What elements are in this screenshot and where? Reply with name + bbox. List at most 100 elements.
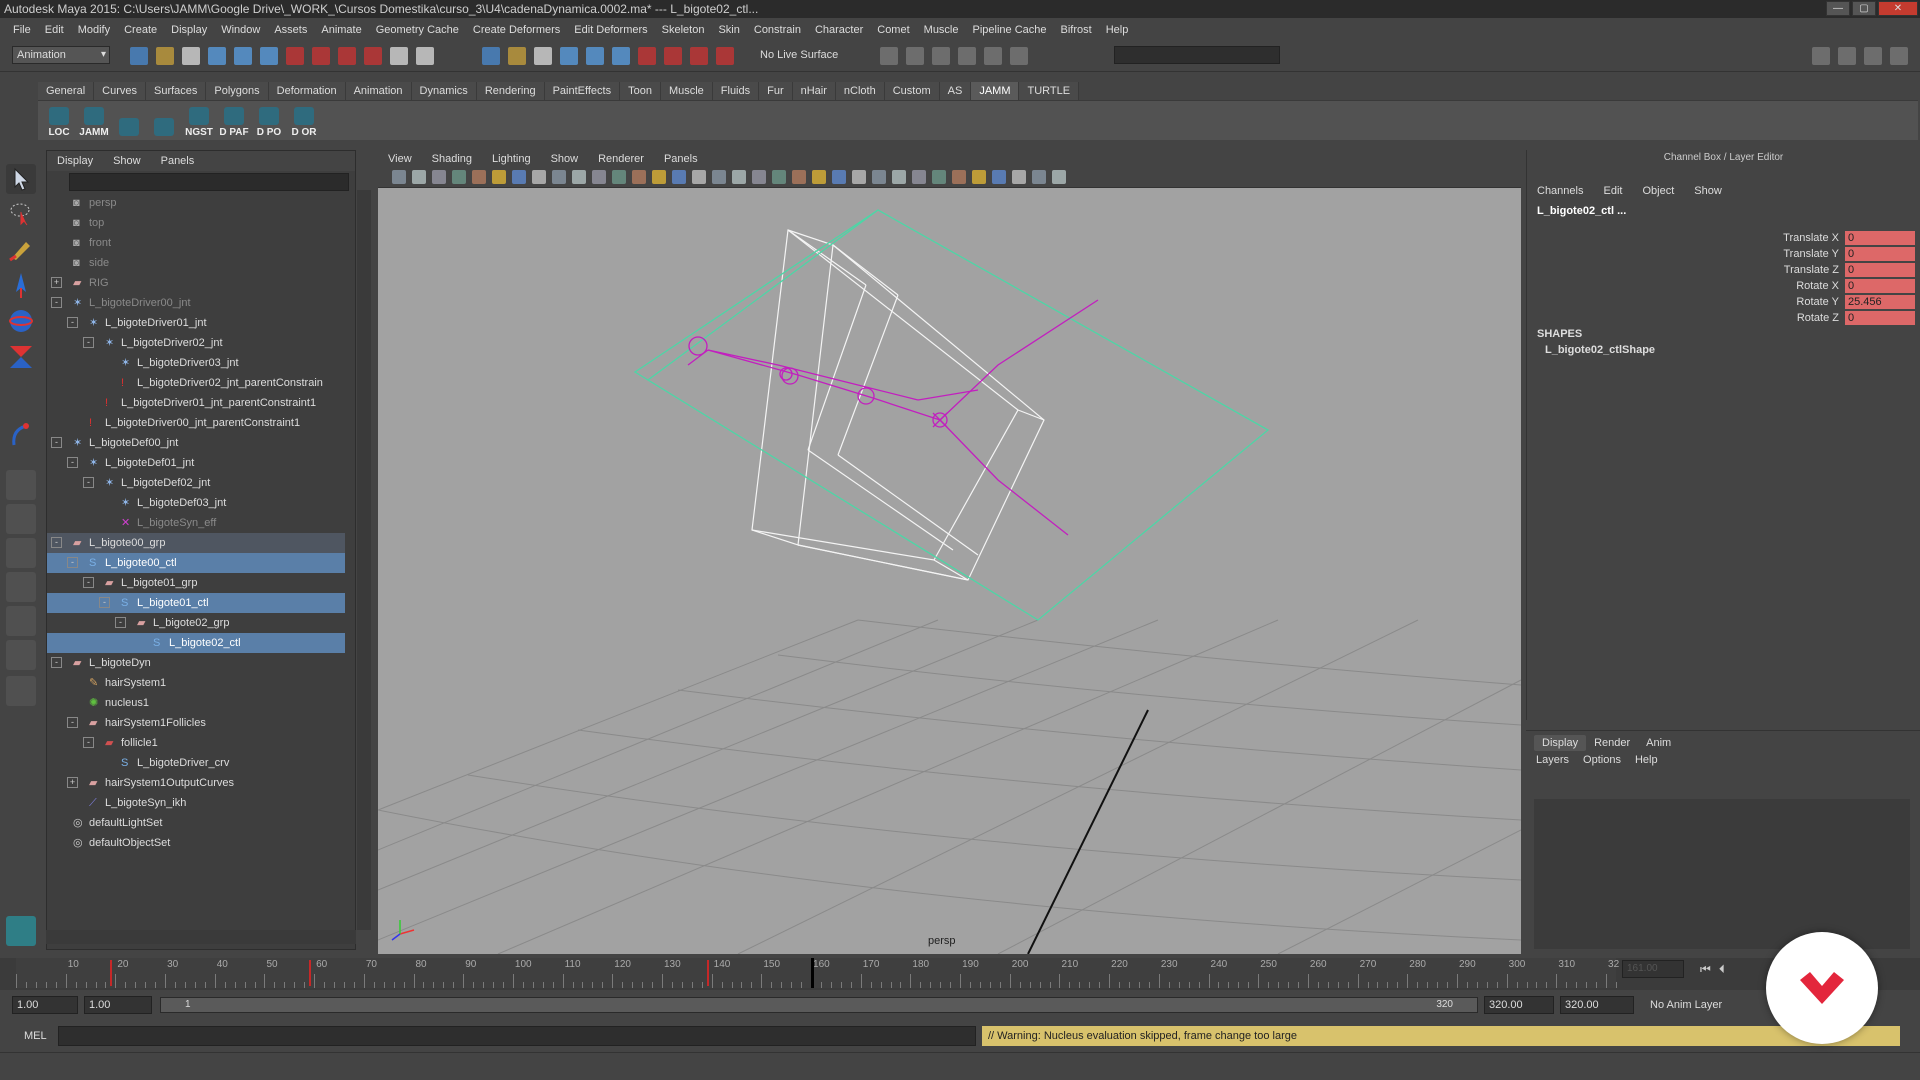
status-line-icon[interactable] xyxy=(586,47,604,65)
outliner-row[interactable]: ◙ persp xyxy=(47,193,345,213)
last-tool-icon[interactable] xyxy=(6,420,36,450)
layer-list[interactable] xyxy=(1534,799,1910,949)
shelf-button[interactable] xyxy=(149,102,179,138)
scale-tool[interactable] xyxy=(6,342,36,372)
outliner-row[interactable]: - S L_bigote00_ctl xyxy=(47,553,345,573)
outliner-row[interactable]: - S L_bigote01_ctl xyxy=(47,593,345,613)
viewport-toolbar-icon[interactable] xyxy=(992,170,1006,184)
move-tool[interactable] xyxy=(6,270,36,300)
layout-toggle-icon[interactable] xyxy=(1890,47,1908,65)
outliner-row[interactable]: - ▰ L_bigote02_grp xyxy=(47,613,345,633)
channel-name[interactable]: Rotate X xyxy=(1796,278,1839,294)
channel-row[interactable]: Translate X 0 xyxy=(1527,230,1919,246)
viewport-toolbar-icon[interactable] xyxy=(592,170,606,184)
outliner-menu-display[interactable]: Display xyxy=(57,155,93,167)
shelf-tab-turtle[interactable]: TURTLE xyxy=(1019,82,1080,100)
outliner-expand-toggle[interactable]: - xyxy=(83,337,94,348)
channel-value-field[interactable]: 0 xyxy=(1845,279,1915,293)
status-line-icon[interactable] xyxy=(234,47,252,65)
outliner-horizontal-scrollbar[interactable] xyxy=(46,930,356,944)
menu-file[interactable]: File xyxy=(6,24,38,36)
maya-logo-icon[interactable] xyxy=(6,916,36,946)
viewport-menu-panels[interactable]: Panels xyxy=(664,153,698,165)
outliner-row[interactable]: - ✶ L_bigoteDriver02_jnt xyxy=(47,333,345,353)
shelf-tab-deformation[interactable]: Deformation xyxy=(268,82,346,100)
viewport-toolbar-icon[interactable] xyxy=(792,170,806,184)
viewport-menu-lighting[interactable]: Lighting xyxy=(492,153,531,165)
outliner-menu-panels[interactable]: Panels xyxy=(161,155,195,167)
viewport-toolbar-icon[interactable] xyxy=(452,170,466,184)
outliner-row[interactable]: - ✶ L_bigoteDriver00_jnt xyxy=(47,293,345,313)
layer-tab-render[interactable]: Render xyxy=(1586,735,1638,751)
shelf-button[interactable]: D PAF xyxy=(219,102,249,138)
paint-select-tool[interactable] xyxy=(6,234,36,264)
menu-muscle[interactable]: Muscle xyxy=(917,24,966,36)
start-time-field[interactable]: 1.00 xyxy=(12,996,78,1014)
outliner-expand-toggle[interactable]: - xyxy=(83,477,94,488)
channel-menu-edit[interactable]: Edit xyxy=(1603,185,1622,197)
menu-comet[interactable]: Comet xyxy=(870,24,916,36)
menu-geometry-cache[interactable]: Geometry Cache xyxy=(369,24,466,36)
outliner-expand-toggle[interactable]: - xyxy=(67,317,78,328)
outliner-row[interactable]: S L_bigoteDriver_crv xyxy=(47,753,345,773)
status-line-icon[interactable] xyxy=(664,47,682,65)
quick-select-field[interactable] xyxy=(1114,46,1280,64)
viewport-toolbar-icon[interactable] xyxy=(652,170,666,184)
viewport-menu-view[interactable]: View xyxy=(388,153,412,165)
outliner-expand-toggle[interactable]: - xyxy=(67,557,78,568)
viewport-toolbar-icon[interactable] xyxy=(772,170,786,184)
outliner-row[interactable]: ⟋ L_bigoteSyn_ikh xyxy=(47,793,345,813)
shelf-tab-polygons[interactable]: Polygons xyxy=(206,82,269,100)
layout-hypershade-icon[interactable] xyxy=(6,606,36,636)
outliner-row[interactable]: ✎ hairSystem1 xyxy=(47,673,345,693)
current-frame-marker[interactable] xyxy=(811,958,815,988)
viewport-toolbar-icon[interactable] xyxy=(1052,170,1066,184)
layout-graph-icon[interactable] xyxy=(6,572,36,602)
outliner-row[interactable]: - ▰ hairSystem1Follicles xyxy=(47,713,345,733)
viewport-toolbar-icon[interactable] xyxy=(472,170,486,184)
status-line-icon[interactable] xyxy=(156,47,174,65)
channel-menu-object[interactable]: Object xyxy=(1642,185,1674,197)
channel-name[interactable]: Translate X xyxy=(1783,230,1839,246)
status-line-icon[interactable] xyxy=(716,47,734,65)
outliner-expand-toggle[interactable]: - xyxy=(51,297,62,308)
shelf-tab-jamm[interactable]: JAMM xyxy=(971,82,1020,100)
viewport-3d[interactable]: persp xyxy=(378,150,1521,954)
layer-menu-help[interactable]: Help xyxy=(1635,754,1658,766)
layer-tab-display[interactable]: Display xyxy=(1534,735,1587,751)
shelf-button[interactable]: NGST xyxy=(184,102,214,138)
shelf-tab-nhair[interactable]: nHair xyxy=(792,82,836,100)
viewport-toolbar-icon[interactable] xyxy=(552,170,566,184)
shelf-tab-muscle[interactable]: Muscle xyxy=(660,82,713,100)
viewport-toolbar-icon[interactable] xyxy=(932,170,946,184)
menu-help[interactable]: Help xyxy=(1099,24,1136,36)
outliner-row[interactable]: - ▰ L_bigoteDyn xyxy=(47,653,345,673)
viewport-toolbar-icon[interactable] xyxy=(632,170,646,184)
minimize-button[interactable]: — xyxy=(1826,1,1850,16)
outliner-row[interactable]: ✶ L_bigoteDriver03_jnt xyxy=(47,353,345,373)
selected-object-name[interactable]: L_bigote02_ctl ... xyxy=(1527,197,1920,217)
status-line-icon[interactable] xyxy=(390,47,408,65)
outliner-row[interactable]: ✕ L_bigoteSyn_eff xyxy=(47,513,345,533)
range-slider[interactable]: 1 320 xyxy=(160,997,1478,1013)
status-line-icon[interactable] xyxy=(260,47,278,65)
outliner-expand-toggle[interactable]: - xyxy=(67,457,78,468)
outliner-expand-toggle[interactable]: - xyxy=(99,597,110,608)
viewport-menu-shading[interactable]: Shading xyxy=(432,153,472,165)
viewport-toolbar-icon[interactable] xyxy=(732,170,746,184)
channel-value-field[interactable]: 0 xyxy=(1845,263,1915,277)
outliner-expand-toggle[interactable]: + xyxy=(67,777,78,788)
viewport-toolbar-icon[interactable] xyxy=(1012,170,1026,184)
maximize-button[interactable]: ▢ xyxy=(1852,1,1876,16)
menu-create[interactable]: Create xyxy=(117,24,164,36)
channel-row[interactable]: Rotate Y 25.456 xyxy=(1527,294,1919,310)
layout-timeline-icon[interactable] xyxy=(6,676,36,706)
layout-toggle-icon[interactable] xyxy=(1838,47,1856,65)
outliner-row[interactable]: - ✶ L_bigoteDef02_jnt xyxy=(47,473,345,493)
shelf-tab-ncloth[interactable]: nCloth xyxy=(835,82,885,100)
viewport-toolbar-icon[interactable] xyxy=(912,170,926,184)
viewport-toolbar-icon[interactable] xyxy=(432,170,446,184)
outliner-expand-toggle[interactable]: - xyxy=(67,717,78,728)
status-line-icon[interactable] xyxy=(312,47,330,65)
mel-label[interactable]: MEL xyxy=(24,1030,47,1042)
